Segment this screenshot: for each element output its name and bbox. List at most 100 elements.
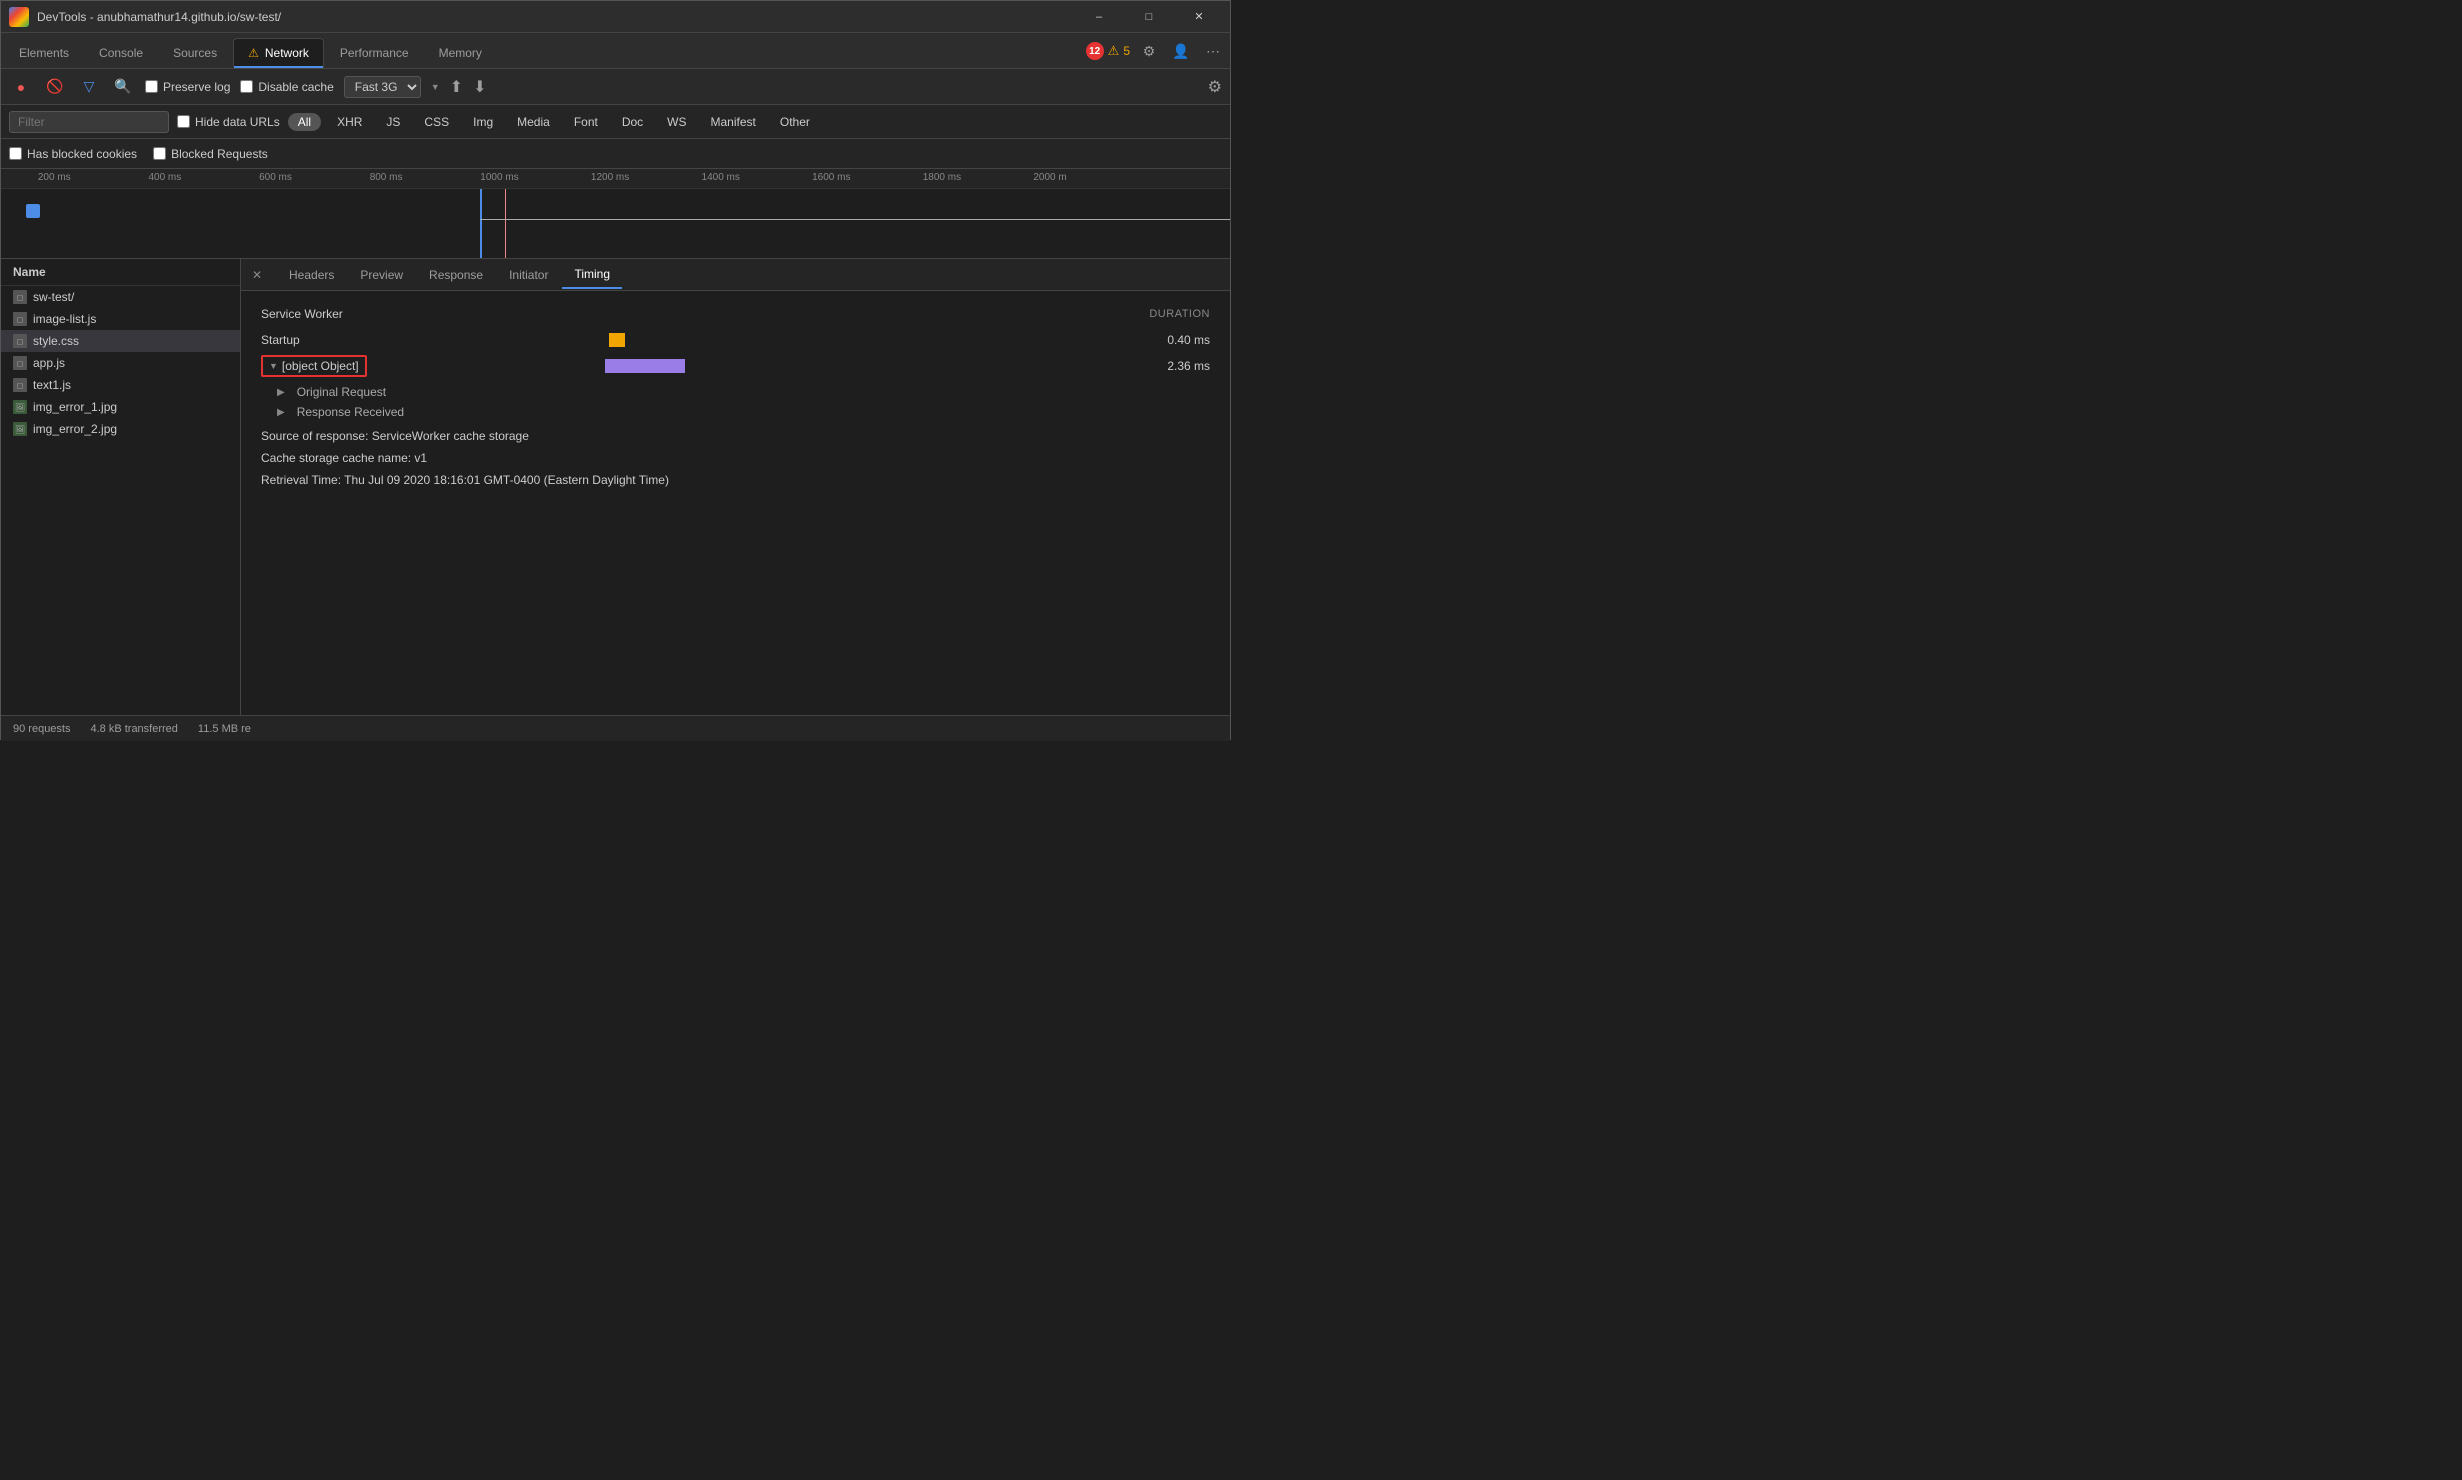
detail-tabs: ✕ Headers Preview Response Initiator Tim… [241, 259, 1230, 291]
file-name-sw-test: sw-test/ [33, 290, 74, 304]
close-button[interactable]: ✕ [1176, 1, 1222, 33]
tab-sources-label: Sources [173, 46, 217, 60]
tab-performance-label: Performance [340, 46, 409, 60]
tab-elements[interactable]: Elements [5, 38, 83, 68]
warning-count-icon: ⚠ [1108, 43, 1120, 59]
more-icon[interactable]: ⋯ [1200, 38, 1226, 64]
tab-bar: Elements Console Sources ⚠ Network Perfo… [1, 33, 1230, 69]
status-resources: 11.5 MB re [198, 723, 251, 735]
record-button[interactable]: ● [9, 75, 33, 99]
timing-source-response: Source of response: ServiceWorker cache … [261, 425, 1210, 447]
respond-with-chevron: ▼ [269, 361, 278, 371]
hide-data-urls-text: Hide data URLs [195, 115, 280, 129]
filter-bar-2: Has blocked cookies Blocked Requests [1, 139, 1230, 169]
tab-console[interactable]: Console [85, 38, 157, 68]
detail-panel: ✕ Headers Preview Response Initiator Tim… [241, 259, 1230, 715]
filter-js-button[interactable]: JS [378, 113, 408, 131]
timing-response-received-label: Response Received [297, 405, 404, 419]
respond-with-bar [605, 359, 685, 373]
timing-original-request-row: ▶ Original Request [261, 385, 1210, 399]
maximize-button[interactable]: □ [1126, 1, 1172, 33]
hide-data-urls-label[interactable]: Hide data URLs [177, 115, 280, 129]
title-bar-controls: – □ ✕ [1076, 1, 1222, 33]
file-item-sw-test[interactable]: ◻ sw-test/ [1, 286, 240, 308]
filter-media-button[interactable]: Media [509, 113, 558, 131]
timing-respondwith-row: ▼ [object Object] 2.36 ms [261, 355, 1210, 377]
tab-sources[interactable]: Sources [159, 38, 231, 68]
minimize-button[interactable]: – [1076, 1, 1122, 33]
tab-network-label: Network [265, 46, 309, 60]
file-name-img-error-1: img_error_1.jpg [33, 400, 117, 414]
preserve-log-label[interactable]: Preserve log [145, 80, 230, 94]
throttle-select[interactable]: Fast 3G [344, 76, 421, 98]
tick-1800: 1800 ms [923, 172, 961, 183]
tick-1600: 1600 ms [812, 172, 850, 183]
detail-tab-initiator[interactable]: Initiator [497, 261, 560, 289]
disable-cache-checkbox[interactable] [240, 80, 253, 93]
file-name-app-js: app.js [33, 356, 65, 370]
file-item-img-error-2[interactable]: 🖼 img_error_2.jpg [1, 418, 240, 440]
throttle-dropdown-icon[interactable]: ▼ [431, 82, 440, 92]
tab-memory-label: Memory [439, 46, 482, 60]
has-blocked-cookies-checkbox[interactable] [9, 147, 22, 160]
network-warning-icon: ⚠ [248, 46, 259, 60]
hide-data-urls-checkbox[interactable] [177, 115, 190, 128]
timeline-chart [1, 189, 1230, 259]
filter-css-button[interactable]: CSS [416, 113, 457, 131]
stop-button[interactable]: 🚫 [43, 75, 67, 99]
detail-tab-headers[interactable]: Headers [277, 261, 346, 289]
filter-other-button[interactable]: Other [772, 113, 818, 131]
detail-close-button[interactable]: ✕ [245, 263, 269, 287]
upload-icon[interactable]: ⬆ [450, 77, 463, 97]
status-transferred: 4.8 kB transferred [90, 723, 177, 735]
detail-tab-preview[interactable]: Preview [348, 261, 415, 289]
preserve-log-checkbox[interactable] [145, 80, 158, 93]
main-content: Name ◻ sw-test/ ◻ image-list.js ◻ style.… [1, 259, 1230, 715]
tick-800: 800 ms [370, 172, 403, 183]
detail-tab-response[interactable]: Response [417, 261, 495, 289]
file-icon-text1-js: ◻ [13, 378, 27, 392]
title-bar: DevTools - anubhamathur14.github.io/sw-t… [1, 1, 1230, 33]
filter-img-button[interactable]: Img [465, 113, 501, 131]
profile-icon[interactable]: 👤 [1168, 38, 1194, 64]
filter-all-button[interactable]: All [288, 113, 321, 131]
file-icon-image-list: ◻ [13, 312, 27, 326]
blocked-requests-checkbox[interactable] [153, 147, 166, 160]
file-item-app-js[interactable]: ◻ app.js [1, 352, 240, 374]
has-blocked-cookies-text: Has blocked cookies [27, 147, 137, 161]
filter-xhr-button[interactable]: XHR [329, 113, 370, 131]
file-item-img-error-1[interactable]: 🖼 img_error_1.jpg [1, 396, 240, 418]
response-received-arrow: ▶ [277, 407, 285, 418]
blocked-requests-label[interactable]: Blocked Requests [153, 147, 268, 161]
warning-count: 5 [1123, 44, 1130, 58]
filter-font-button[interactable]: Font [566, 113, 606, 131]
download-icon[interactable]: ⬇ [473, 77, 486, 97]
file-item-text1-js[interactable]: ◻ text1.js [1, 374, 240, 396]
startup-bar [609, 333, 625, 347]
tab-memory[interactable]: Memory [425, 38, 496, 68]
timeline-request-bar [26, 204, 40, 218]
disable-cache-label[interactable]: Disable cache [240, 80, 333, 94]
filter-ws-button[interactable]: WS [659, 113, 694, 131]
filter-doc-button[interactable]: Doc [614, 113, 651, 131]
tick-200: 200 ms [38, 172, 71, 183]
tab-network[interactable]: ⚠ Network [233, 38, 324, 68]
detail-tab-timing[interactable]: Timing [562, 261, 622, 289]
tick-1400: 1400 ms [702, 172, 740, 183]
devtools-icon [9, 7, 29, 27]
filter-input[interactable] [9, 111, 169, 133]
file-icon-style-css: ◻ [13, 334, 27, 348]
filter-manifest-button[interactable]: Manifest [703, 113, 764, 131]
filter-button[interactable]: ▽ [77, 75, 101, 99]
file-item-image-list[interactable]: ◻ image-list.js [1, 308, 240, 330]
has-blocked-cookies-label[interactable]: Has blocked cookies [9, 147, 137, 161]
settings-icon[interactable]: ⚙ [1136, 38, 1162, 64]
tab-performance[interactable]: Performance [326, 38, 423, 68]
file-item-style-css[interactable]: ◻ style.css [1, 330, 240, 352]
timing-content: Service Worker DURATION Startup 0.40 ms … [241, 291, 1230, 507]
original-request-arrow: ▶ [277, 387, 285, 398]
toolbar-gear-icon[interactable]: ⚙ [1208, 77, 1222, 97]
status-requests: 90 requests [13, 723, 70, 735]
search-button[interactable]: 🔍 [111, 75, 135, 99]
timing-startup-row: Startup 0.40 ms [261, 333, 1210, 347]
